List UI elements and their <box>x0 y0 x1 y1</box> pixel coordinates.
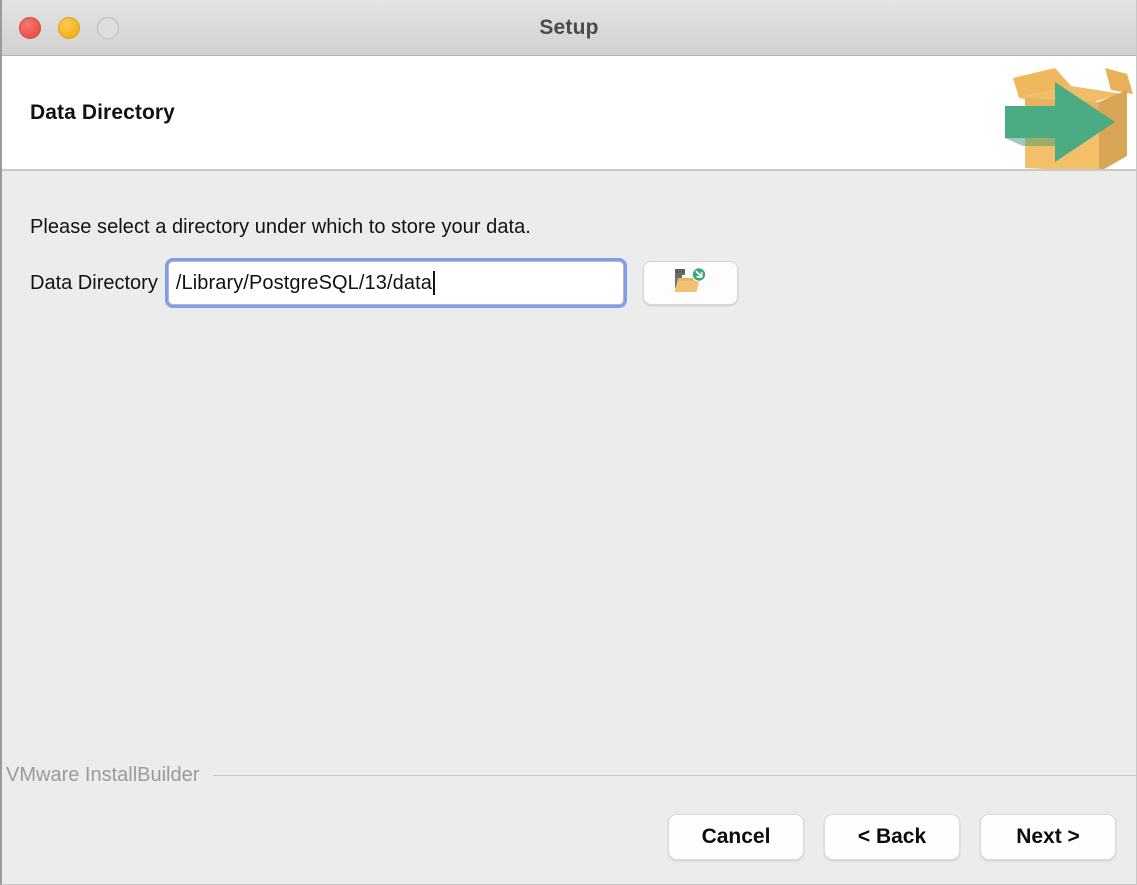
page-footer: VMware InstallBuilder Cancel < Back Next… <box>2 764 1136 884</box>
setup-window: Setup Data Directory Please select a dir… <box>0 0 1137 885</box>
window-title: Setup <box>539 15 599 39</box>
data-directory-label: Data Directory <box>30 271 158 294</box>
browse-directory-button[interactable] <box>642 261 738 305</box>
next-button[interactable]: Next > <box>980 814 1116 860</box>
page-header: Data Directory <box>2 56 1136 171</box>
folder-open-download-icon <box>670 266 710 301</box>
window-titlebar: Setup <box>2 0 1136 56</box>
page-title: Data Directory <box>30 100 175 124</box>
brand-label: VMware InstallBuilder <box>6 764 200 786</box>
data-directory-field-row: Data Directory /Library/PostgreSQL/13/da… <box>30 261 1108 305</box>
data-directory-input-value: /Library/PostgreSQL/13/data <box>175 271 432 294</box>
cancel-button[interactable]: Cancel <box>668 814 804 860</box>
page-body: Please select a directory under which to… <box>2 171 1136 764</box>
minimize-button-icon[interactable] <box>58 16 80 39</box>
instruction-text: Please select a directory under which to… <box>30 216 531 238</box>
data-directory-input[interactable]: /Library/PostgreSQL/13/data <box>167 261 624 305</box>
installbuilder-box-arrow-icon <box>999 60 1136 169</box>
back-button[interactable]: < Back <box>824 814 960 860</box>
close-button-icon[interactable] <box>19 16 41 39</box>
zoom-button-icon <box>97 16 119 39</box>
brand-row: VMware InstallBuilder <box>2 764 1136 787</box>
traffic-light-group <box>2 16 119 39</box>
footer-divider <box>213 775 1136 776</box>
footer-button-row: Cancel < Back Next > <box>2 787 1136 860</box>
text-caret <box>433 271 435 295</box>
